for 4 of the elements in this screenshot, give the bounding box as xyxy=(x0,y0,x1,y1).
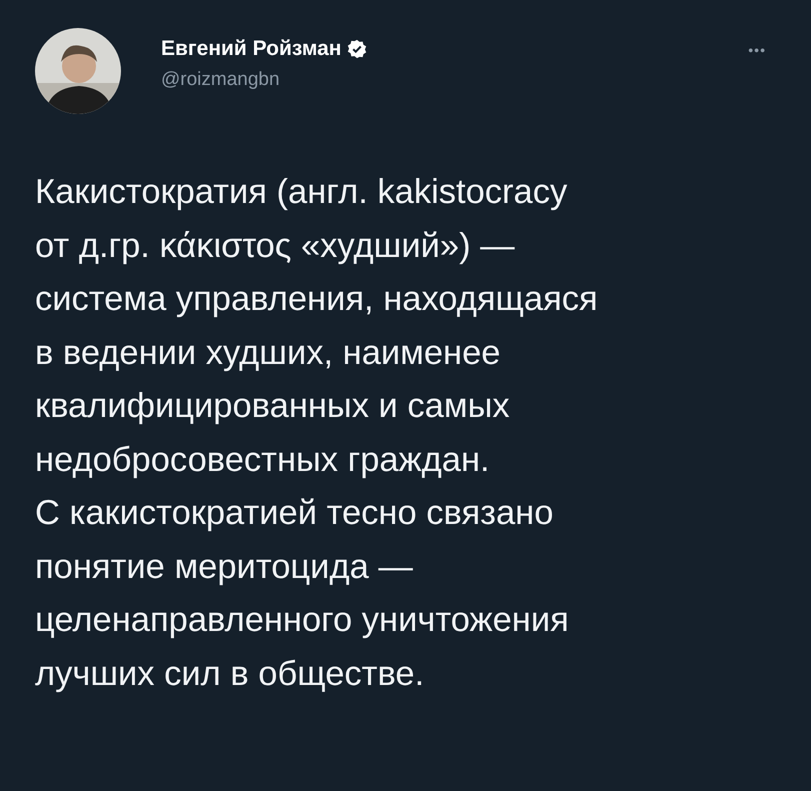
author-name[interactable]: Евгений Ройзман xyxy=(161,37,342,61)
tweet-text: Какистократия (англ. kakistocracy от д.гр. κάκιστος «худший») — система управления, находящаяся в ведении худших, наименее квалифицированных и самых недобросовестных граждан. С какистократией тесно связано понятие меритоцида — целенаправленного уничтожения лучших сил в обществе. xyxy=(35,172,599,694)
author-handle[interactable]: @roizmangbn xyxy=(161,69,708,91)
more-options-button[interactable]: ••• xyxy=(748,42,766,58)
